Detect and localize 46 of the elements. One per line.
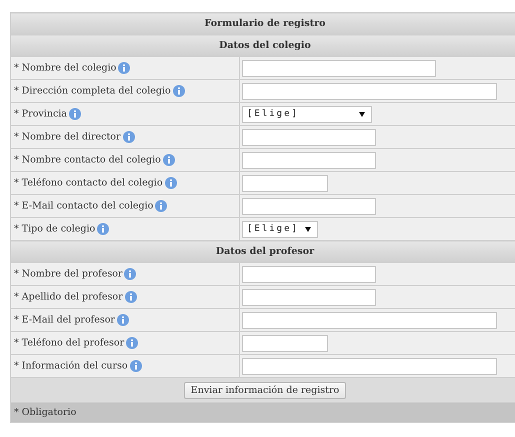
info-icon[interactable] xyxy=(122,131,135,143)
info-icon[interactable] xyxy=(124,268,136,280)
section-title: Datos del colegio xyxy=(10,34,515,56)
select-dropdown[interactable]: [Elige] xyxy=(242,220,318,238)
info-icon[interactable] xyxy=(162,154,175,166)
info-icon[interactable] xyxy=(155,200,168,212)
caret-icon xyxy=(305,226,311,232)
submit-button[interactable]: Enviar información de registro xyxy=(184,382,346,398)
input-field[interactable] xyxy=(242,82,497,100)
input-field[interactable] xyxy=(242,358,497,374)
field-label: * Dirección completa del colegio xyxy=(14,86,171,96)
field-label: * Teléfono contacto del colegio xyxy=(14,178,163,188)
info-icon[interactable] xyxy=(126,337,138,349)
field-label: * Tipo de colegio xyxy=(14,224,96,234)
input-field[interactable] xyxy=(242,334,328,352)
field-label: * Nombre contacto del colegio xyxy=(14,154,161,166)
info-icon[interactable] xyxy=(172,85,185,97)
field-label: * Nombre del profesor xyxy=(14,268,122,280)
input-field[interactable] xyxy=(242,266,376,282)
field-label: * Información del curso xyxy=(14,360,128,372)
field-label: * Apellido del profesor xyxy=(14,292,123,302)
info-icon[interactable] xyxy=(68,108,81,120)
input-field[interactable] xyxy=(242,60,436,76)
input-field[interactable] xyxy=(242,288,376,306)
input-field[interactable] xyxy=(242,198,376,214)
form-title: Formulario de registro xyxy=(10,12,515,34)
required-note: * Obligatorio xyxy=(10,402,515,422)
info-icon[interactable] xyxy=(118,62,130,74)
select-dropdown[interactable]: [Elige] xyxy=(242,106,372,122)
input-field[interactable] xyxy=(242,128,376,146)
field-label: * Teléfono del profesor xyxy=(14,338,124,348)
field-label: * Nombre del director xyxy=(14,132,121,142)
field-label: * Nombre del colegio xyxy=(14,62,116,74)
caret-icon xyxy=(359,112,365,116)
section-title: Datos del profesor xyxy=(10,240,515,262)
info-icon[interactable] xyxy=(124,291,137,303)
input-field[interactable] xyxy=(242,174,328,192)
field-label: * E-Mail del profesor xyxy=(14,314,115,326)
info-icon[interactable] xyxy=(164,177,177,189)
input-field[interactable] xyxy=(242,312,497,328)
field-label: * Provincia xyxy=(14,108,67,120)
field-label: * E-Mail contacto del colegio xyxy=(14,200,154,212)
info-icon[interactable] xyxy=(97,223,110,235)
input-field[interactable] xyxy=(242,152,376,168)
info-icon[interactable] xyxy=(130,360,142,372)
info-icon[interactable] xyxy=(116,314,129,326)
